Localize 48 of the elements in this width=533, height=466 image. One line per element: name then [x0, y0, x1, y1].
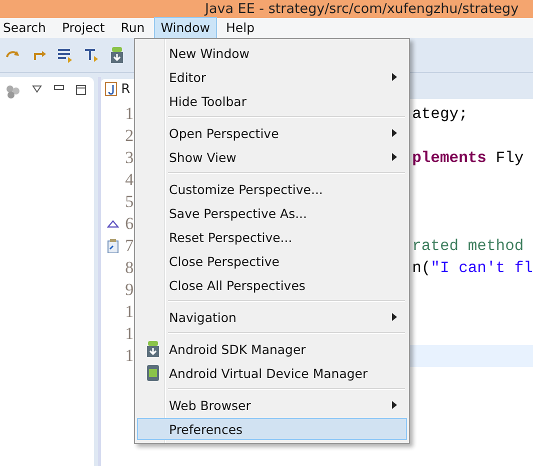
menu-item[interactable]: Android Virtual Device Manager: [137, 362, 407, 384]
menu-item[interactable]: Preferences: [137, 418, 407, 440]
menu-item[interactable]: Customize Perspective...: [137, 178, 407, 200]
maximize-icon: [76, 85, 86, 95]
line-number: 6: [125, 214, 135, 234]
line-number: 1: [125, 324, 135, 344]
menu-bar-item[interactable]: Run: [114, 17, 152, 39]
menu-item[interactable]: Android SDK Manager: [137, 338, 407, 360]
code-line: plements Fly: [412, 149, 524, 167]
menu-item[interactable]: Reset Perspective...: [137, 226, 407, 248]
java-file-icon: [105, 82, 118, 96]
line-number: 3: [125, 148, 135, 168]
code-line: n("I can't fl: [412, 259, 533, 277]
circles-icon: [6, 85, 20, 99]
menu-item[interactable]: Web Browser: [137, 394, 407, 416]
line-number: 4: [125, 170, 135, 190]
menu-item[interactable]: Show View: [137, 146, 407, 168]
line-number: 1: [125, 104, 135, 124]
line-number: 7: [125, 236, 135, 256]
minimize-icon: [54, 85, 64, 91]
menu-item[interactable]: Navigation: [137, 306, 407, 328]
menu-item[interactable]: Save Perspective As...: [137, 202, 407, 224]
menu-item[interactable]: Open Perspective: [137, 122, 407, 144]
line-number: 1: [125, 346, 135, 366]
menu-bar-item[interactable]: Project: [54, 17, 112, 39]
menu-item[interactable]: Editor: [137, 66, 407, 88]
menu-item[interactable]: Close Perspective: [137, 250, 407, 272]
window-title: Java EE - strategy/src/com/xufengzhu/strategy: [205, 1, 519, 17]
menu-bar-item[interactable]: Help: [219, 17, 262, 39]
menu-item[interactable]: Hide Toolbar: [137, 90, 407, 112]
android-download-icon[interactable]: [108, 46, 126, 64]
line-number: 5: [125, 192, 135, 212]
line-number: 8: [125, 258, 135, 278]
line-number: 9: [125, 280, 135, 300]
line-number: 1: [125, 302, 135, 322]
list-arrow-icon[interactable]: [56, 46, 74, 64]
menu-item[interactable]: Close All Perspectives: [137, 274, 407, 296]
line-number: 2: [125, 126, 135, 146]
override-triangle-icon: [107, 220, 120, 228]
view-menu-icon: [32, 85, 42, 93]
clipboard-icon: [107, 239, 120, 253]
android-download-icon: [146, 341, 158, 357]
code-line: ategy;: [412, 105, 468, 123]
menu-bar-item[interactable]: Window: [154, 17, 217, 39]
menu-bar-item[interactable]: Search: [0, 17, 53, 39]
android-device-icon: [146, 365, 158, 381]
code-line: rated method: [412, 237, 524, 255]
jump-arrow-icon[interactable]: [82, 46, 100, 64]
